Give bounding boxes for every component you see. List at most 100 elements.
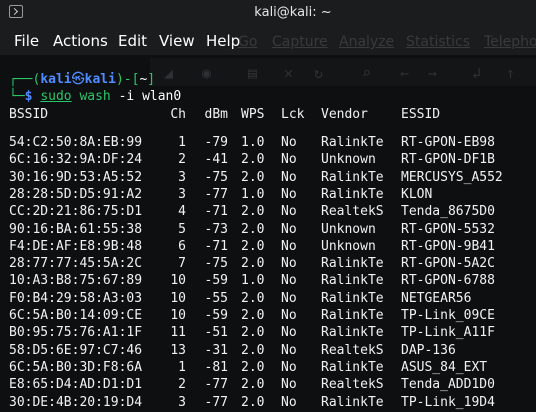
- table-row: F4:DE:AF:E8:9B:48 6 -71 2.0 No Unknown RT-GPON…: [0, 239, 536, 255]
- table-row: 90:16:BA:61:55:38 5 -73 2.0 No Unknown RT-GPON…: [0, 222, 536, 238]
- cell-bssid: 28:77:77:45:5A:2C: [9, 256, 143, 272]
- cell-dbm: -73: [204, 221, 228, 237]
- cell-dbm: -79: [204, 135, 228, 150]
- cell-ch: 1: [178, 135, 186, 150]
- cell-dbm: -51: [204, 325, 228, 341]
- cell-essid: TP-Link_09CE: [401, 308, 495, 323]
- menu-actions[interactable]: Actions: [53, 32, 108, 50]
- background-menu-telephony: Telephony: [484, 34, 536, 50]
- header-vendor: Vendor: [321, 107, 368, 122]
- table-row: 30:DE:4B:20:19:D4 3 -77 2.0 No RalinkTe TP-Lin…: [0, 395, 536, 411]
- cell-vendor: RalinkTe: [321, 290, 384, 306]
- cell-essid: ASUS_84_EXT: [401, 359, 488, 375]
- cell-essid: RT-GPON-5A2C: [401, 256, 495, 272]
- cell-bssid: 30:16:9D:53:A5:52: [9, 169, 143, 185]
- cell-dbm: -77: [204, 394, 228, 410]
- cell-lck: No: [281, 273, 297, 289]
- cell-wps: 2.0: [241, 238, 265, 254]
- header-ch: Ch: [170, 107, 186, 122]
- ghost-jump-icon: ↲: [472, 64, 482, 82]
- title-bar: kali@kali: ~: [0, 0, 536, 27]
- menu-view[interactable]: View: [159, 32, 195, 50]
- cell-ch: 5: [178, 221, 186, 237]
- header-lck: Lck: [281, 107, 305, 122]
- cell-vendor: RalinkTe: [321, 186, 384, 202]
- cell-essid: TP-Link_A11F: [401, 325, 495, 341]
- cell-bssid: 6C:5A:B0:3D:F8:6A: [9, 359, 143, 375]
- table-row: 54:C2:50:8A:EB:99 1 -79 1.0 No RalinkTe RT-GPO…: [0, 135, 536, 151]
- prompt-open: ┌──(: [9, 72, 41, 87]
- menu-help[interactable]: Help: [206, 32, 240, 50]
- cell-bssid: 10:A3:B8:75:67:89: [9, 273, 143, 289]
- prompt-skull-icon: ㉿: [71, 72, 85, 87]
- cell-dbm: -71: [204, 238, 228, 254]
- table-row: E8:65:D4:AD:D1:D1 2 -77 2.0 No RealtekS Tenda_…: [0, 377, 536, 393]
- cell-ch: 2: [178, 377, 186, 393]
- cell-dbm: -31: [204, 342, 228, 358]
- prompt-close: ]: [147, 72, 156, 87]
- cell-wps: 2.0: [241, 342, 265, 358]
- cell-dbm: -75: [204, 256, 228, 272]
- cell-essid: Tenda_8675D0: [401, 204, 495, 220]
- cell-ch: 10: [170, 273, 186, 289]
- cell-bssid: 90:16:BA:61:55:38: [9, 221, 143, 237]
- menu-file[interactable]: File: [14, 32, 39, 50]
- cell-bssid: 58:D5:6E:97:C7:46: [9, 342, 143, 358]
- prompt-corner: └─: [9, 89, 25, 104]
- cell-essid: TP-Link_19D4: [401, 394, 495, 410]
- cell-vendor: RalinkTe: [321, 325, 384, 341]
- cell-ch: 3: [178, 394, 186, 410]
- cell-wps: 2.0: [241, 359, 265, 375]
- cell-dbm: -71: [204, 204, 228, 220]
- cell-wps: 2.0: [241, 221, 265, 237]
- cell-lck: No: [281, 256, 297, 272]
- cell-ch: 7: [178, 256, 186, 272]
- cell-bssid: E8:65:D4:AD:D1:D1: [9, 377, 143, 393]
- table-row: 28:28:5D:D5:91:A2 3 -77 1.0 No RalinkTe KLON: [0, 187, 536, 203]
- cell-ch: 10: [170, 290, 186, 306]
- cell-dbm: -59: [204, 308, 228, 323]
- cell-ch: 2: [178, 152, 186, 168]
- cell-vendor: RalinkTe: [321, 394, 384, 410]
- prompt-host: kali: [84, 72, 116, 87]
- header-wps: WPS: [241, 107, 265, 122]
- background-menu-analyze: Analyze: [339, 34, 395, 50]
- cell-wps: 1.0: [241, 273, 265, 289]
- menu-edit[interactable]: Edit: [118, 32, 147, 50]
- cell-lck: No: [281, 308, 297, 323]
- cell-ch: 1: [178, 359, 186, 375]
- terminal-output[interactable]: ◢ ◉ ▤ ✕ ↻ ⌕ ← → ↲ ↑ ┌──(kali㉿kali)-[~] └…: [0, 55, 536, 412]
- cell-lck: No: [281, 169, 297, 185]
- cell-essid: Tenda_ADD1D0: [401, 377, 495, 393]
- ghost-record-icon: ◉: [202, 64, 212, 82]
- cell-wps: 2.0: [241, 290, 265, 306]
- background-menu-statistics: Statistics: [406, 34, 470, 50]
- table-row: B0:95:75:76:A1:1F 11 -51 2.0 No RalinkTe TP-Li…: [0, 325, 536, 341]
- cell-lck: No: [281, 325, 297, 341]
- cell-wps: 2.0: [241, 377, 265, 393]
- command-args: -i wlan0: [118, 89, 182, 104]
- cell-bssid: 28:28:5D:D5:91:A2: [9, 186, 143, 202]
- cell-dbm: -77: [204, 377, 228, 393]
- prompt-user: kali: [40, 72, 72, 87]
- cell-wps: 2.0: [241, 308, 265, 323]
- cell-essid: RT-GPON-DF1B: [401, 152, 495, 168]
- cell-vendor: Unknown: [321, 238, 376, 254]
- cell-lck: No: [281, 342, 297, 358]
- table-row: 6C:5A:B0:3D:F8:6A 1 -81 2.0 No RalinkTe ASUS_8…: [0, 360, 536, 376]
- cell-lck: No: [281, 238, 297, 254]
- table-row: 28:77:77:45:5A:2C 7 -75 2.0 No RalinkTe RT-GPO…: [0, 256, 536, 272]
- cell-ch: 11: [170, 325, 186, 341]
- cell-wps: 2.0: [241, 325, 265, 341]
- cell-wps: 2.0: [241, 152, 265, 168]
- ghost-back-icon: ←: [400, 64, 410, 82]
- cell-essid: DAP-136: [401, 342, 456, 358]
- cell-dbm: -77: [204, 186, 228, 202]
- prompt-mid: )-[: [115, 72, 140, 87]
- cell-vendor: RalinkTe: [321, 256, 384, 272]
- cell-ch: 13: [170, 342, 186, 358]
- table-row: 58:D5:6E:97:C7:46 13 -31 2.0 No RealtekS DAP-1…: [0, 343, 536, 359]
- background-menu-capture: Capture: [272, 34, 328, 50]
- cell-bssid: 6C:16:32:9A:DF:24: [9, 152, 143, 168]
- cell-essid: KLON: [401, 186, 433, 202]
